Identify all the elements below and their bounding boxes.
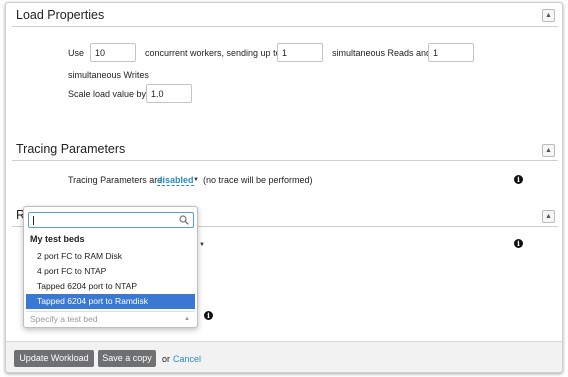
testbed-search-input[interactable] — [28, 212, 194, 228]
testbed-option[interactable]: 2 port FC to RAM Disk — [26, 249, 195, 264]
tracing-label: Tracing Parameters are — [68, 175, 163, 185]
reads-text: simultaneous Reads and — [332, 48, 432, 58]
tracing-note: (no trace will be performed) — [203, 175, 313, 185]
scale-label: Scale load value by — [68, 89, 147, 99]
testbed-option[interactable]: Tapped 6204 port to NTAP — [26, 279, 195, 294]
use-label: Use — [68, 48, 85, 58]
scale-input[interactable] — [146, 84, 192, 103]
double-chevron-up-icon: ▲ — [545, 147, 552, 154]
or-text: or — [162, 354, 171, 364]
workers-text: concurrent workers, sending up to — [145, 48, 281, 58]
save-copy-button[interactable]: Save a copy — [98, 350, 156, 367]
reads-input[interactable] — [277, 43, 323, 62]
collapse-third-section-button[interactable]: ▲ — [542, 210, 555, 223]
workload-panel: Load Properties ▲ Use concurrent workers… — [5, 2, 563, 373]
tracing-value-dropdown[interactable]: disabled — [157, 175, 194, 186]
collapse-load-properties-button[interactable]: ▲ — [542, 9, 555, 22]
info-icon[interactable]: i — [514, 239, 523, 248]
workers-input[interactable] — [90, 43, 136, 62]
load-properties-title: Load Properties — [16, 8, 105, 22]
section-divider — [12, 26, 558, 27]
caret-up-icon: ▲ — [184, 316, 190, 322]
testbed-dropdown: My test beds 2 port FC to RAM Disk 4 por… — [23, 206, 198, 328]
action-bar: Update Workload Save a copy or Cancel — [6, 341, 562, 372]
testbed-option[interactable]: 4 port FC to NTAP — [26, 264, 195, 279]
testbed-group-label: My test beds — [30, 234, 85, 244]
text-cursor — [33, 216, 34, 225]
writes-text: simultaneous Writes — [68, 70, 149, 80]
caret-down-icon: ▼ — [193, 177, 199, 183]
tracing-parameters-title: Tracing Parameters — [16, 142, 126, 156]
caret-down-icon: ▼ — [199, 242, 205, 248]
info-icon[interactable]: i — [514, 175, 523, 184]
section-divider — [12, 160, 558, 161]
update-workload-button[interactable]: Update Workload — [14, 350, 94, 367]
writes-input[interactable] — [428, 43, 474, 62]
collapse-tracing-button[interactable]: ▲ — [542, 144, 555, 157]
testbed-option-selected[interactable]: Tapped 6204 port to Ramdisk — [26, 294, 195, 309]
testbed-placeholder-text: Specify a test bed — [30, 314, 98, 324]
double-chevron-up-icon: ▲ — [545, 12, 552, 19]
info-icon[interactable]: i — [204, 311, 213, 320]
double-chevron-up-icon: ▲ — [545, 213, 552, 220]
testbed-select-placeholder[interactable]: Specify a test bed ▲ — [26, 311, 195, 325]
cancel-link[interactable]: Cancel — [173, 354, 201, 364]
search-icon — [179, 215, 189, 225]
